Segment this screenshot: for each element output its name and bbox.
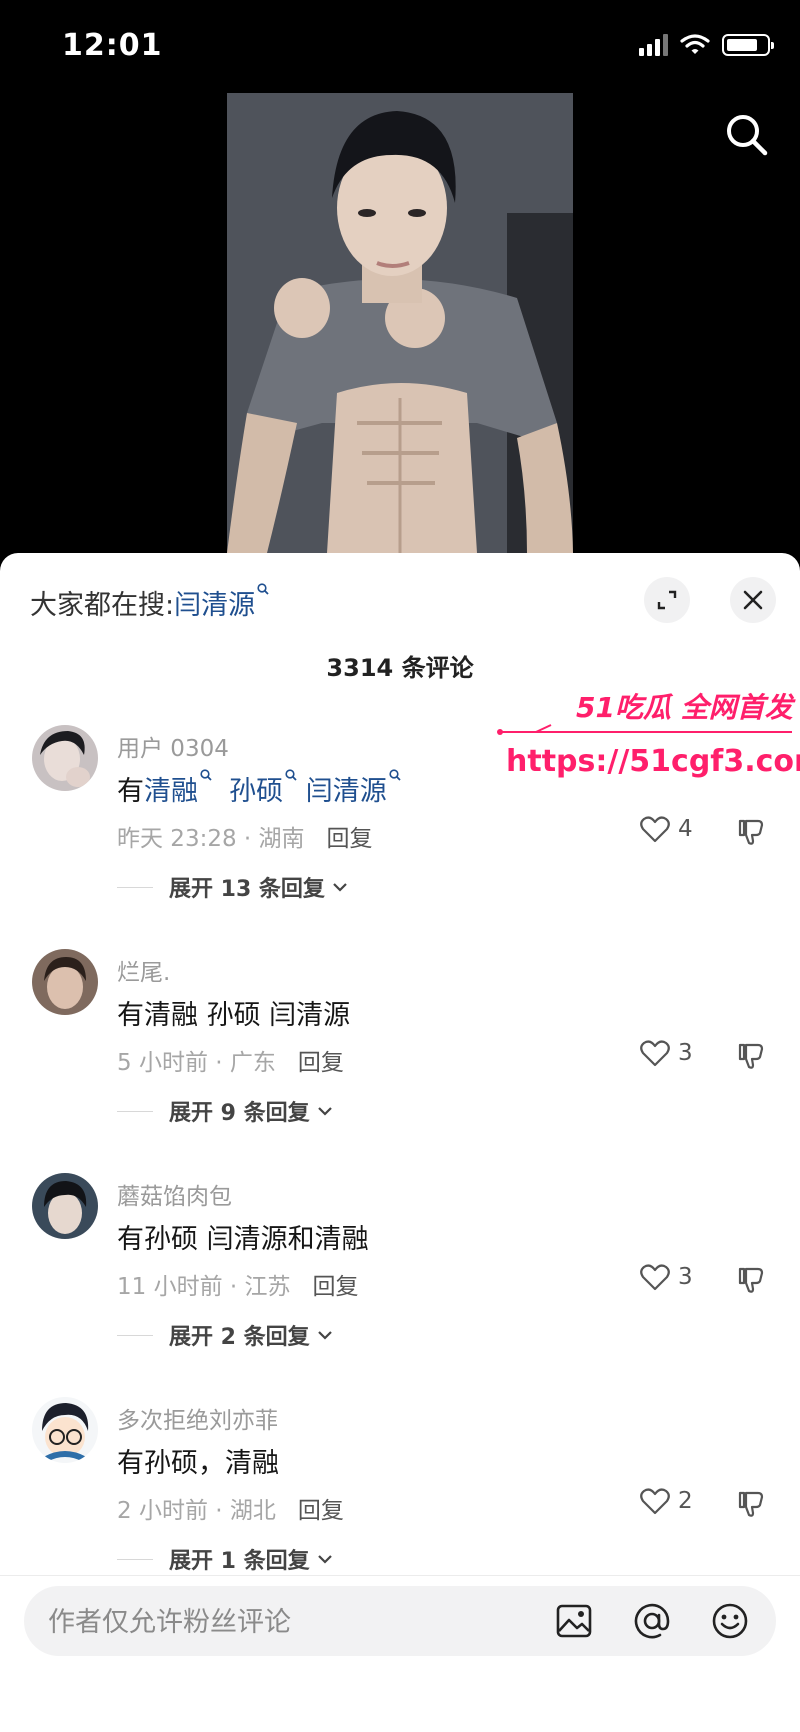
expand-replies-button[interactable]: 展开 9 条回复 (117, 1095, 334, 1127)
watermark: 51吃瓜 全网首发 https://51cgf3.com (496, 686, 800, 796)
like-count: 3 (678, 1040, 693, 1066)
expand-replies-button[interactable]: 展开 1 条回复 (117, 1543, 334, 1575)
chevron-down-icon (317, 1331, 332, 1340)
reply-button[interactable]: 回复 (298, 1050, 344, 1076)
dislike-icon[interactable] (736, 1265, 766, 1295)
like-count: 2 (678, 1488, 693, 1514)
comment-username[interactable]: 蘑菇馅肉包 (117, 1177, 232, 1211)
like-button[interactable]: 4 (640, 815, 693, 843)
search-icon[interactable] (722, 110, 772, 160)
avatar[interactable] (32, 949, 98, 1015)
comment-meta: 昨天 23:28 · 湖南 回复 (117, 819, 373, 853)
at-icon[interactable] (632, 1601, 672, 1641)
comment-time-location: 11 小时前 · 江苏 (117, 1274, 291, 1300)
comment-meta: 11 小时前 · 江苏 回复 (117, 1267, 359, 1301)
watermark-circuit-line (497, 724, 792, 735)
dislike-icon[interactable] (736, 817, 766, 847)
comment-input[interactable] (46, 1586, 510, 1658)
watermark-url: https://51cgf3.com (506, 744, 800, 779)
hot-search-label: 大家都在搜: (30, 590, 175, 621)
comment-time-location: 2 小时前 · 湖北 (117, 1498, 276, 1524)
watermark-brand: 51吃瓜 全网首发 (576, 691, 793, 724)
expand-replies-button[interactable]: 展开 2 条回复 (117, 1319, 334, 1351)
reply-button[interactable]: 回复 (298, 1498, 344, 1524)
status-time: 12:01 (62, 28, 163, 63)
heart-icon (640, 1040, 670, 1067)
chevron-down-icon (317, 1107, 332, 1116)
dislike-icon[interactable] (736, 1489, 766, 1519)
expand-replies-label: 展开 9 条回复 (169, 1101, 310, 1126)
comment-meta: 2 小时前 · 湖北 回复 (117, 1491, 344, 1525)
comment-sheet: 大家都在搜:闫清源 3314 条评论 用户 0304 有清融 孙硕 闫清源 昨天… (0, 553, 800, 1731)
video-person-image (227, 93, 573, 553)
like-button[interactable]: 3 (640, 1263, 693, 1291)
expand-replies-label: 展开 1 条回复 (169, 1549, 310, 1574)
reply-button[interactable]: 回复 (313, 1274, 359, 1300)
close-button[interactable] (730, 577, 776, 623)
emoji-icon[interactable] (710, 1601, 750, 1641)
battery-icon (722, 34, 774, 56)
comment-username[interactable]: 烂尾. (117, 953, 170, 987)
comment-keyword-link[interactable]: 清融 (144, 776, 198, 807)
comment-keyword-link[interactable]: 闫清源 (306, 776, 387, 807)
comment-item: 烂尾. 有清融 孙硕 闫清源 5 小时前 · 广东 回复 3 展开 9 条回复 (0, 949, 800, 1169)
comment-time-location: 5 小时前 · 广东 (117, 1050, 276, 1076)
dislike-icon[interactable] (736, 1041, 766, 1071)
comment-meta: 5 小时前 · 广东 回复 (117, 1043, 344, 1077)
video-thumbnail[interactable] (227, 93, 573, 553)
expand-icon (657, 590, 677, 610)
image-icon[interactable] (554, 1601, 594, 1641)
comment-keyword-link[interactable]: 孙硕 (229, 776, 283, 807)
like-count: 4 (678, 816, 693, 842)
close-icon (743, 590, 763, 610)
comment-item: 蘑菇馅肉包 有孙硕 闫清源和清融 11 小时前 · 江苏 回复 3 展开 2 条回… (0, 1173, 800, 1393)
chevron-down-icon (317, 1555, 332, 1564)
like-count: 3 (678, 1264, 693, 1290)
reply-button[interactable]: 回复 (327, 826, 373, 852)
heart-icon (640, 1488, 670, 1515)
chevron-down-icon (333, 883, 347, 892)
heart-icon (640, 816, 670, 843)
comment-text: 有清融 孙硕 闫清源 (117, 769, 401, 808)
search-icon (285, 769, 297, 781)
comment-username[interactable]: 用户 0304 (117, 729, 229, 763)
comment-input-bar (0, 1575, 800, 1732)
comment-text-prefix: 有 (117, 776, 144, 807)
wifi-icon (680, 34, 710, 54)
comment-text: 有清融 孙硕 闫清源 (117, 1000, 351, 1031)
search-icon (200, 769, 212, 781)
comment-username[interactable]: 多次拒绝刘亦菲 (117, 1401, 278, 1435)
like-button[interactable]: 3 (640, 1039, 693, 1067)
like-button[interactable]: 2 (640, 1487, 693, 1515)
avatar[interactable] (32, 1397, 98, 1463)
heart-icon (640, 1264, 670, 1291)
search-icon (389, 769, 401, 781)
comment-text: 有孙硕 闫清源和清融 (117, 1224, 369, 1255)
comment-time-location: 昨天 23:28 · 湖南 (117, 826, 305, 852)
hot-search-keyword[interactable]: 闫清源 (174, 590, 255, 621)
avatar[interactable] (32, 725, 98, 791)
expand-replies-label: 展开 2 条回复 (169, 1325, 310, 1350)
signal-icon (639, 34, 668, 56)
expand-replies-button[interactable]: 展开 13 条回复 (117, 871, 349, 903)
search-icon (257, 583, 269, 595)
avatar[interactable] (32, 1173, 98, 1239)
hot-search-bar[interactable]: 大家都在搜:闫清源 (30, 583, 269, 622)
expand-button[interactable] (644, 577, 690, 623)
comment-text: 有孙硕，清融 (117, 1448, 279, 1479)
expand-replies-label: 展开 13 条回复 (169, 877, 325, 902)
comment-count: 3314 条评论 (326, 654, 474, 682)
status-bar: 12:01 (0, 0, 800, 92)
comment-input-pill[interactable] (24, 1586, 776, 1658)
